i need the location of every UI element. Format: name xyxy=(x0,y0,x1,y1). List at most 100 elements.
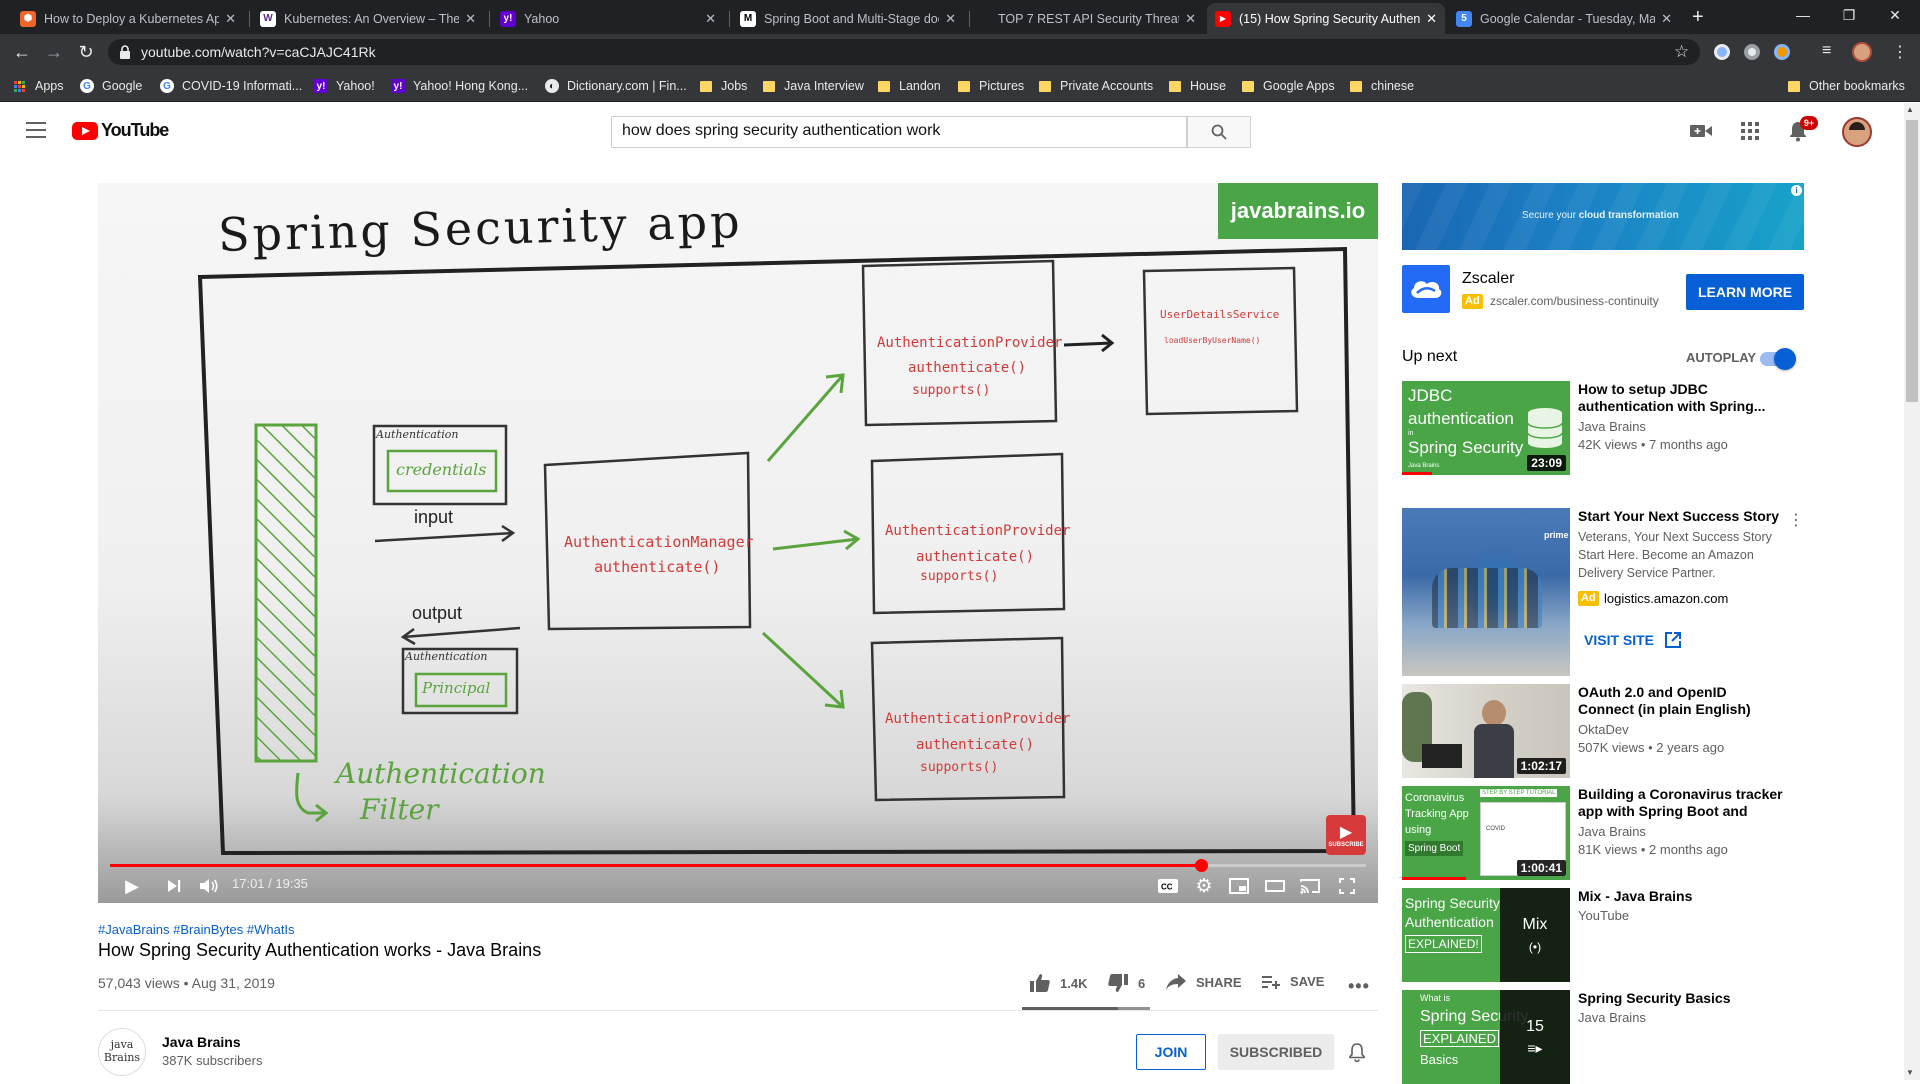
browser-tab[interactable]: 5 Google Calendar - Tuesday, May ✕ xyxy=(1448,3,1680,34)
star-icon[interactable]: ☆ xyxy=(1674,42,1689,62)
subscribe-watermark[interactable]: ▶ SUBSCRIBE xyxy=(1326,815,1366,855)
apps-grid-icon[interactable] xyxy=(1741,122,1759,140)
search-button[interactable] xyxy=(1187,116,1251,148)
bookmark-folder[interactable]: Landon xyxy=(878,78,941,94)
avatar[interactable] xyxy=(1842,117,1872,147)
notification-bell-icon[interactable] xyxy=(1348,1042,1366,1067)
minimize-icon[interactable]: — xyxy=(1780,0,1826,30)
maximize-icon[interactable]: ❐ xyxy=(1826,0,1872,30)
bookmark-folder[interactable]: House xyxy=(1169,78,1226,94)
dislike-button[interactable]: 6 xyxy=(1108,974,1145,992)
subscribed-button[interactable]: SUBSCRIBED xyxy=(1218,1034,1334,1070)
scroll-down-icon[interactable]: ▼ xyxy=(1906,1068,1914,1077)
forward-icon[interactable]: → xyxy=(40,38,68,66)
rec-title[interactable]: Spring Security Basics xyxy=(1578,990,1784,1007)
settings-gear-icon[interactable]: ⚙ xyxy=(1192,874,1216,898)
bookmark-folder[interactable]: Pictures xyxy=(958,78,1024,94)
rec-channel[interactable]: YouTube xyxy=(1578,908,1629,923)
rec-channel[interactable]: Java Brains xyxy=(1578,1010,1646,1025)
cast-icon[interactable] xyxy=(1298,874,1322,898)
recommended-mix[interactable]: Spring Security Authentication EXPLAINED… xyxy=(1402,888,1804,982)
bookmark-google[interactable]: G Google xyxy=(80,78,142,94)
rec-title[interactable]: How to setup JDBC authentication with Sp… xyxy=(1578,381,1784,415)
browser-tab[interactable]: y! Yahoo ✕ xyxy=(492,3,724,34)
other-bookmarks[interactable]: Other bookmarks xyxy=(1788,78,1905,94)
visit-site-button[interactable]: VISIT SITE xyxy=(1584,626,1682,654)
browser-tab[interactable]: ⬢ How to Deploy a Kubernetes App ✕ xyxy=(12,3,244,34)
like-button[interactable]: 1.4K xyxy=(1030,974,1087,992)
video-thumbnail[interactable]: prime xyxy=(1402,508,1570,676)
create-video-icon[interactable] xyxy=(1690,123,1712,144)
close-tab-icon[interactable]: ✕ xyxy=(1185,11,1196,27)
autoplay-toggle-knob[interactable] xyxy=(1774,348,1796,370)
youtube-logo[interactable]: YouTube xyxy=(72,120,169,141)
scrollbar-thumb[interactable] xyxy=(1906,120,1918,402)
rec-channel[interactable]: Java Brains xyxy=(1578,419,1646,434)
new-tab-icon[interactable]: + xyxy=(1692,6,1704,29)
bookmark-dictionary[interactable]: ◐ Dictionary.com | Fin... xyxy=(545,78,687,94)
play-icon[interactable]: ▶ xyxy=(120,874,144,898)
rec-title[interactable]: Mix - Java Brains xyxy=(1578,888,1784,905)
video-thumbnail[interactable]: What is Spring Security EXPLAINED Basics… xyxy=(1402,990,1570,1084)
more-options-icon[interactable]: ⋮ xyxy=(1788,510,1804,530)
close-tab-icon[interactable]: ✕ xyxy=(225,11,236,27)
rec-title[interactable]: Building a Coronavirus tracker app with … xyxy=(1578,786,1784,820)
ad-info-icon[interactable]: i xyxy=(1791,185,1802,196)
close-tab-icon[interactable]: ✕ xyxy=(1426,11,1437,27)
ad-advertiser-name[interactable]: Zscaler xyxy=(1462,270,1514,288)
rec-title[interactable]: OAuth 2.0 and OpenID Connect (in plain E… xyxy=(1578,684,1784,718)
bookmark-yahoo-hk[interactable]: y! Yahoo! Hong Kong... xyxy=(391,78,528,94)
extension-icon[interactable] xyxy=(1714,44,1730,60)
bookmark-folder[interactable]: Google Apps xyxy=(1242,78,1335,94)
url-text[interactable]: youtube.com/watch?v=caCJAJC41Rk xyxy=(141,44,376,60)
ad-url[interactable]: zscaler.com/business-continuity xyxy=(1490,294,1659,308)
rec-channel[interactable]: OktaDev xyxy=(1578,722,1629,737)
video-thumbnail[interactable]: 1:02:17 xyxy=(1402,684,1570,778)
extension-icon[interactable] xyxy=(1774,44,1790,60)
profile-avatar[interactable] xyxy=(1852,42,1872,62)
browser-tab[interactable]: TOP 7 REST API Security Threats ✕ xyxy=(972,3,1204,34)
close-window-icon[interactable]: ✕ xyxy=(1872,0,1918,30)
sponsored-video[interactable]: prime Start Your Next Success Story ⋮ Ve… xyxy=(1402,508,1804,676)
bookmark-folder[interactable]: Jobs xyxy=(700,78,747,94)
zscaler-logo-icon[interactable] xyxy=(1402,265,1450,313)
apps-bookmark[interactable]: Apps xyxy=(14,78,64,94)
learn-more-button[interactable]: LEARN MORE xyxy=(1686,274,1804,310)
channel-name[interactable]: Java Brains xyxy=(162,1034,241,1050)
ad-url[interactable]: logistics.amazon.com xyxy=(1604,591,1728,606)
more-actions-icon[interactable]: ••• xyxy=(1348,976,1370,997)
close-tab-icon[interactable]: ✕ xyxy=(1661,11,1672,27)
rec-channel[interactable]: Java Brains xyxy=(1578,824,1646,839)
recommended-video[interactable]: JDBC authentication in Spring Security J… xyxy=(1402,381,1804,475)
save-button[interactable]: SAVE xyxy=(1262,974,1324,989)
video-thumbnail[interactable]: Coronavirus Tracking App using Spring Bo… xyxy=(1402,786,1570,880)
video-thumbnail[interactable]: JDBC authentication in Spring Security J… xyxy=(1402,381,1570,475)
browser-tab-active[interactable]: ▶ (15) How Spring Security Authen ✕ xyxy=(1207,3,1445,34)
extension-icon[interactable] xyxy=(1744,44,1760,60)
captions-icon[interactable]: CC xyxy=(1156,874,1180,898)
close-tab-icon[interactable]: ✕ xyxy=(465,11,476,27)
progress-scrubber[interactable] xyxy=(1195,859,1208,872)
hashtags[interactable]: #JavaBrains #BrainBytes #WhatIs xyxy=(98,922,295,937)
bookmark-covid[interactable]: G COVID-19 Informati... xyxy=(160,78,302,94)
recommended-playlist[interactable]: What is Spring Security EXPLAINED Basics… xyxy=(1402,990,1804,1084)
next-video-icon[interactable] xyxy=(162,874,186,898)
close-tab-icon[interactable]: ✕ xyxy=(945,11,956,27)
search-input[interactable]: how does spring security authentication … xyxy=(611,116,1187,148)
fullscreen-icon[interactable] xyxy=(1335,874,1359,898)
hamburger-menu-icon[interactable] xyxy=(26,122,46,138)
recommended-video[interactable]: Coronavirus Tracking App using Spring Bo… xyxy=(1402,786,1804,880)
browser-tab[interactable]: M Spring Boot and Multi-Stage doc ✕ xyxy=(732,3,964,34)
bookmark-yahoo[interactable]: y! Yahoo! xyxy=(314,78,375,94)
rec-title[interactable]: Start Your Next Success Story xyxy=(1578,508,1784,525)
back-icon[interactable]: ← xyxy=(8,38,36,66)
volume-icon[interactable] xyxy=(197,874,221,898)
chrome-menu-icon[interactable]: ⋮ xyxy=(1892,42,1908,62)
join-button[interactable]: JOIN xyxy=(1136,1034,1206,1070)
media-control-icon[interactable]: ≡ xyxy=(1822,42,1831,60)
bookmark-folder[interactable]: chinese xyxy=(1350,78,1414,94)
reload-icon[interactable]: ↻ xyxy=(72,38,100,66)
miniplayer-icon[interactable] xyxy=(1227,874,1251,898)
share-button[interactable]: SHARE xyxy=(1166,974,1242,990)
recommended-video[interactable]: 1:02:17 OAuth 2.0 and OpenID Connect (in… xyxy=(1402,684,1804,778)
